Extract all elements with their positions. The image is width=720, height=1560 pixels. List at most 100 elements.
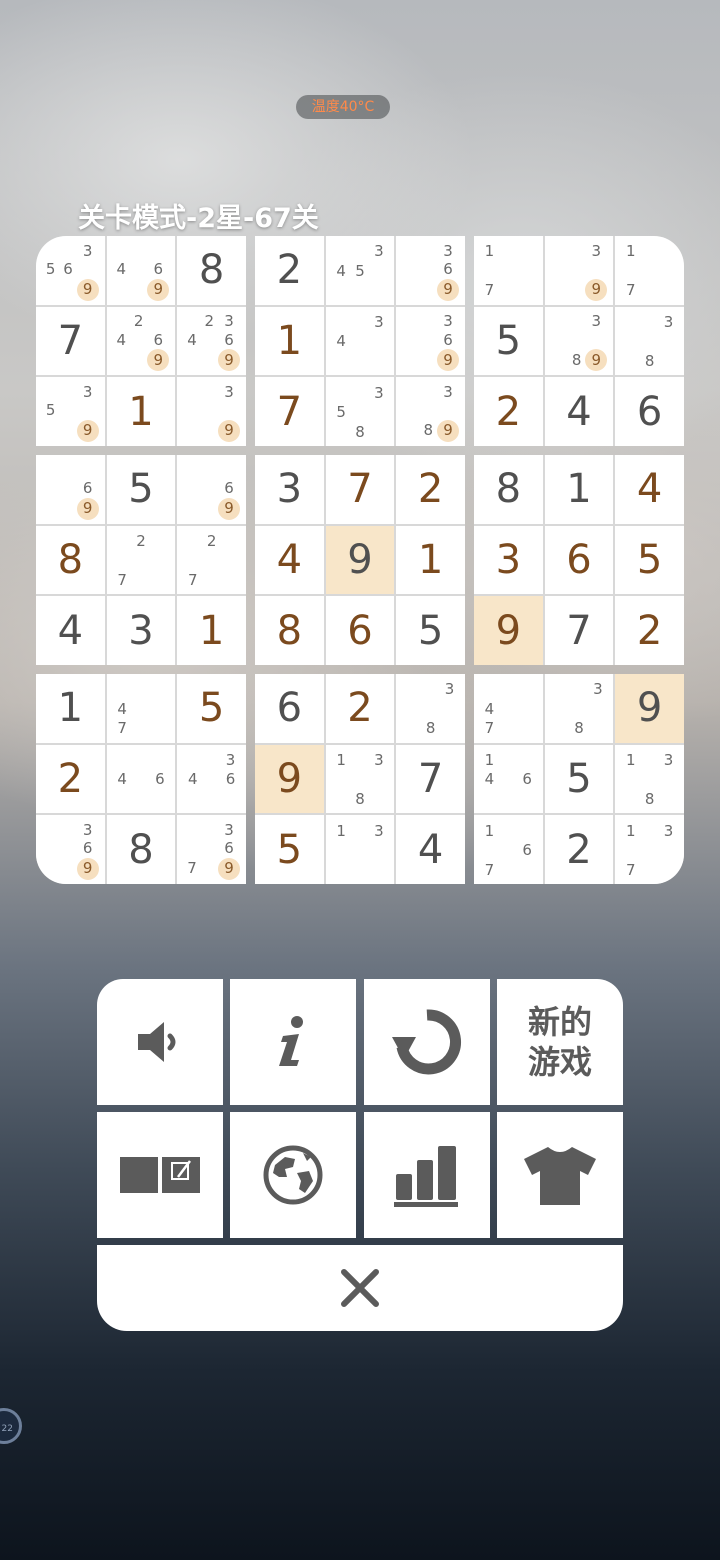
sudoku-cell[interactable]: 36 7 9 [177, 815, 246, 884]
sudoku-cell[interactable]: 1 [106, 377, 176, 446]
cell-digit: 2 [417, 466, 444, 513]
sudoku-cell[interactable]: 7 [396, 744, 465, 814]
sudoku-cell[interactable]: 1 3 8 [325, 744, 395, 814]
sudoku-cell[interactable]: 7 [255, 377, 324, 446]
sudoku-cell[interactable]: 34 [325, 306, 395, 376]
sudoku-cell[interactable]: 17 [474, 236, 543, 305]
pencil-note [499, 262, 518, 282]
sudoku-cell[interactable]: 2 [36, 744, 105, 814]
sudoku-cell[interactable]: 23 4 69 [177, 306, 246, 376]
sudoku-cell[interactable]: 9 [255, 744, 324, 814]
floating-assistant-bubble[interactable]: 22 [0, 1408, 22, 1444]
sudoku-cell[interactable]: 5 [255, 815, 324, 884]
sudoku-cell[interactable]: 17 [615, 236, 684, 305]
sudoku-cell[interactable]: 3 4 6 [177, 744, 246, 814]
sudoku-cell[interactable]: 3 [474, 525, 543, 595]
sudoku-cell[interactable]: 1 [255, 306, 324, 376]
pencil-note [183, 498, 200, 520]
globe-button[interactable] [230, 1112, 356, 1238]
sudoku-cell[interactable]: 6 [255, 674, 324, 743]
sudoku-cell[interactable]: 27 [106, 525, 176, 595]
sudoku-cell[interactable]: 4 [36, 596, 105, 665]
restart-button[interactable] [364, 979, 490, 1105]
sudoku-cell[interactable]: 1 [36, 674, 105, 743]
sudoku-cell[interactable]: 3 5 9 [36, 377, 105, 446]
sudoku-cell[interactable]: 39 [544, 236, 614, 305]
sudoku-cell[interactable]: 1 [396, 525, 465, 595]
sudoku-cell[interactable]: 69 [177, 455, 246, 524]
sudoku-cell[interactable]: 38 [615, 306, 684, 376]
cell-digit: 1 [128, 388, 154, 435]
sudoku-cell[interactable]: 6 [544, 525, 614, 595]
sudoku-cell[interactable]: 1 [177, 596, 246, 665]
sudoku-cell[interactable]: 1 3 8 [615, 744, 684, 814]
sudoku-cell[interactable]: 4 [255, 525, 324, 595]
sudoku-cell[interactable]: 3 [255, 455, 324, 524]
pencil-note [42, 858, 59, 880]
sudoku-cell[interactable]: 2 [544, 815, 614, 884]
sudoku-cell[interactable]: 1 6 7 [474, 815, 543, 884]
sudoku-cell[interactable]: 8 [36, 525, 105, 595]
sudoku-cell[interactable]: 369 [36, 815, 105, 884]
pencil-note [659, 841, 678, 861]
stats-button[interactable] [364, 1112, 490, 1238]
notes-button[interactable] [97, 1112, 223, 1238]
sudoku-cell[interactable]: 3 58 [325, 377, 395, 446]
pencil-note [332, 281, 351, 301]
sudoku-cell[interactable]: 4 69 [106, 236, 176, 305]
sudoku-cell[interactable]: 14 6 [474, 744, 543, 814]
sudoku-cell[interactable]: 47 [474, 674, 543, 743]
sudoku-cell[interactable]: 1 [544, 455, 614, 524]
theme-button[interactable] [497, 1112, 623, 1238]
sudoku-cell[interactable]: 24 69 [106, 306, 176, 376]
sudoku-cell[interactable]: 4 [615, 455, 684, 524]
sudoku-cell[interactable]: 5 [544, 744, 614, 814]
sudoku-cell[interactable]: 7 [36, 306, 105, 376]
sudoku-cell[interactable]: 6 [325, 596, 395, 665]
sudoku-cell[interactable]: 5 [474, 306, 543, 376]
sudoku-cell[interactable]: 4 [396, 815, 465, 884]
sudoku-cell[interactable]: 5 [615, 525, 684, 595]
sudoku-cell[interactable]: 5 [106, 455, 176, 524]
sudoku-cell[interactable]: 4 [544, 377, 614, 446]
sudoku-cell[interactable]: 38 [544, 674, 614, 743]
sudoku-cell[interactable]: 3 [106, 596, 176, 665]
sudoku-cell[interactable]: 27 [177, 525, 246, 595]
sudoku-cell[interactable]: 2 [255, 236, 324, 305]
sudoku-cell[interactable]: 2 [615, 596, 684, 665]
sound-button[interactable] [97, 979, 223, 1105]
sudoku-cell[interactable]: 8 [255, 596, 324, 665]
sudoku-cell[interactable]: 7 [544, 596, 614, 665]
sudoku-cell[interactable]: 5 [177, 674, 246, 743]
sudoku-cell[interactable]: 8 [106, 815, 176, 884]
sudoku-cell[interactable]: 69 [36, 455, 105, 524]
sudoku-cell[interactable]: 389 [396, 377, 465, 446]
sudoku-cell[interactable]: 6 [615, 377, 684, 446]
sudoku-cell[interactable]: 1 3 7 [615, 815, 684, 884]
sudoku-cell[interactable]: 389 [544, 306, 614, 376]
new-game-button[interactable]: 新的 游戏 [497, 979, 623, 1105]
pencil-note: 7 [484, 719, 495, 738]
sudoku-cell[interactable]: 2 [396, 455, 465, 524]
sudoku-cell[interactable]: 9 [474, 596, 543, 665]
sudoku-cell[interactable]: 2 [325, 674, 395, 743]
sudoku-cell[interactable]: 46 [106, 744, 176, 814]
sudoku-cell[interactable]: 8 [177, 236, 246, 305]
sudoku-cell[interactable]: 8 [474, 455, 543, 524]
sudoku-cell[interactable]: 9 [615, 674, 684, 743]
sudoku-cell[interactable]: 369 [396, 236, 465, 305]
sudoku-cell[interactable]: 369 [396, 306, 465, 376]
close-button[interactable] [97, 1245, 623, 1331]
sudoku-cell[interactable]: 5 [396, 596, 465, 665]
sudoku-cell[interactable]: 47 [106, 674, 176, 743]
sudoku-cell[interactable]: 2 [474, 377, 543, 446]
sudoku-cell[interactable]: 3 45 [325, 236, 395, 305]
sudoku-cell[interactable]: 9 [325, 525, 395, 595]
sudoku-cell[interactable]: 7 [325, 455, 395, 524]
sudoku-cell[interactable]: 3 569 [36, 236, 105, 305]
sudoku-cell[interactable]: 13 [325, 815, 395, 884]
sudoku-cell[interactable]: 38 [396, 674, 465, 743]
pencil-note [518, 262, 537, 282]
sudoku-cell[interactable]: 39 [177, 377, 246, 446]
info-button[interactable] [230, 979, 356, 1105]
